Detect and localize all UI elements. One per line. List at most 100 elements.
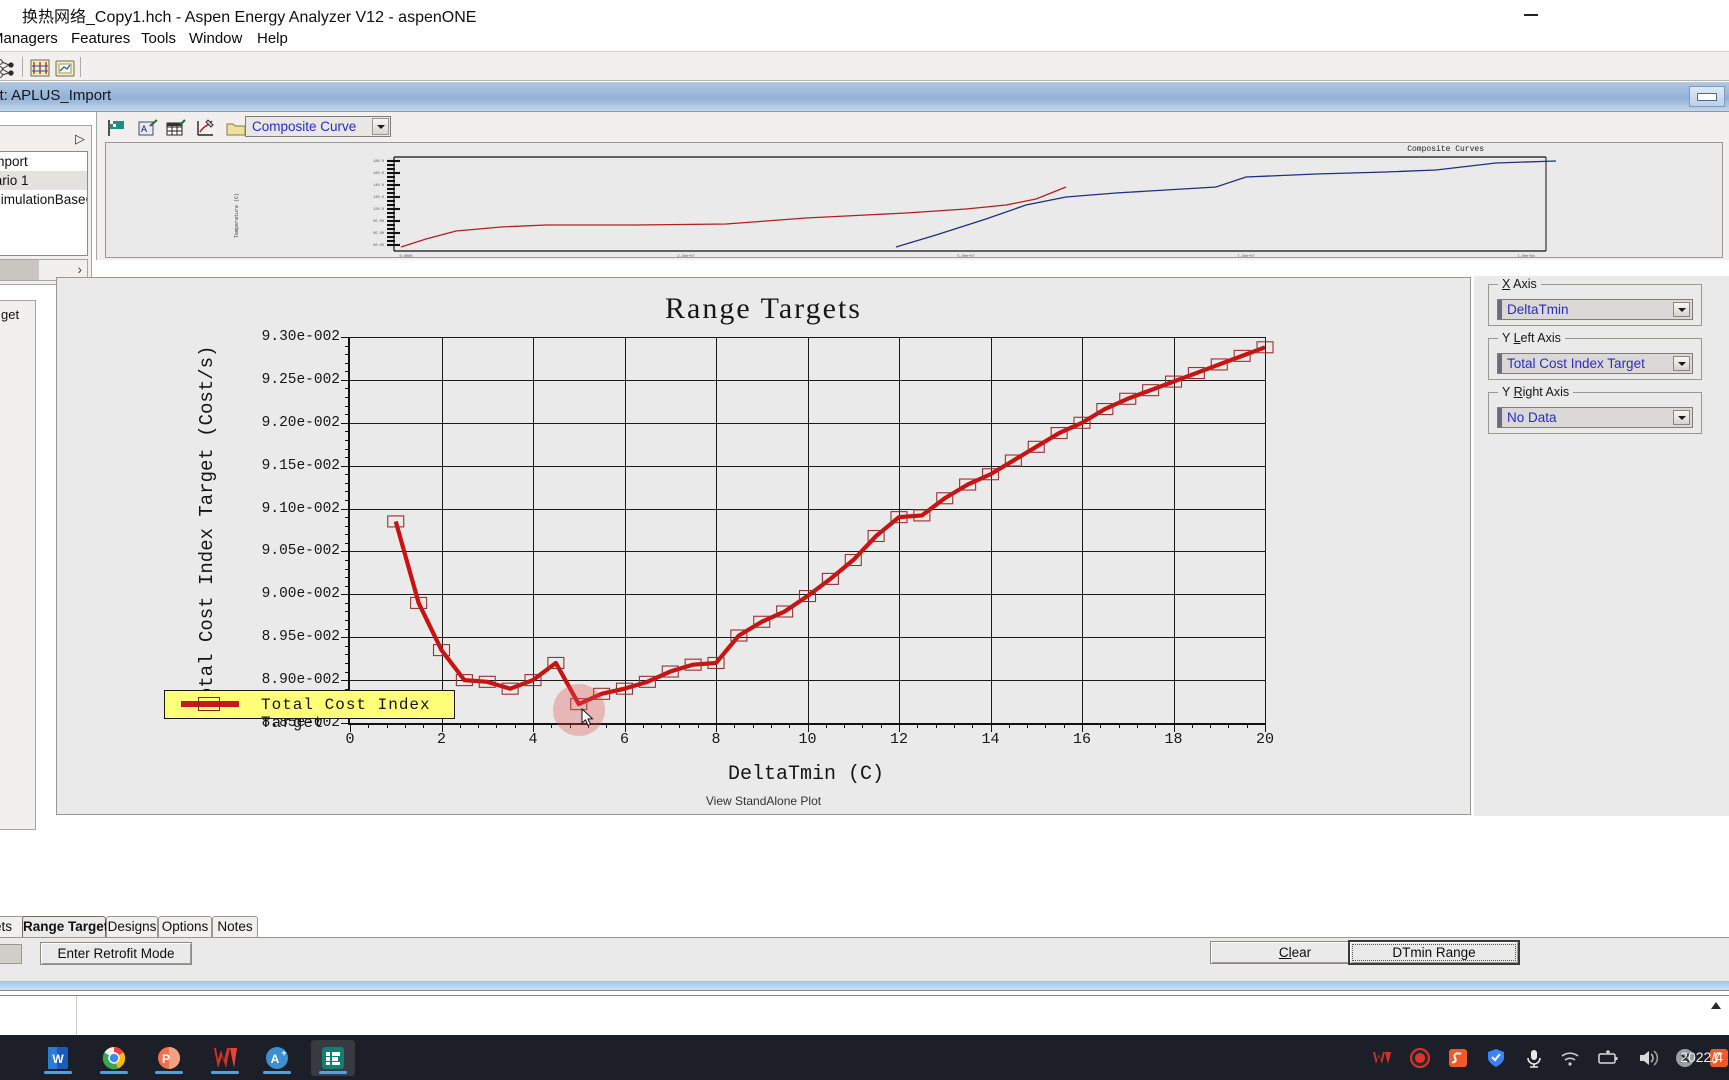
menu-item-window[interactable]: Window	[186, 30, 245, 47]
svg-text:2.50e+07: 2.50e+07	[677, 255, 694, 257]
tray-sogou-icon[interactable]	[1447, 1047, 1469, 1069]
enter-retrofit-mode-button[interactable]: Enter Retrofit Mode	[40, 942, 192, 965]
tray-shield-icon[interactable]	[1485, 1047, 1507, 1069]
x-axis-minor-tick	[661, 723, 663, 728]
chevron-down-icon[interactable]	[1673, 410, 1690, 425]
x-axis-minor-tick	[679, 723, 681, 728]
x-axis-select[interactable]: DeltaTmin	[1497, 299, 1693, 320]
tab-designs[interactable]: Designs	[106, 916, 158, 937]
x-axis-minor-tick	[752, 723, 754, 728]
x-axis-minor-tick	[789, 723, 791, 728]
hen-grid-icon[interactable]	[28, 56, 50, 78]
plot-area[interactable]: 0 2 4 6 8 10 12 14 16 18 20 8.85e-002 8.90e-002 8.95e…	[262, 329, 1274, 748]
combo-accent	[1498, 408, 1502, 427]
y-axis-tick-label: 9.25e-002	[261, 371, 340, 388]
svg-text:7.50e+07: 7.50e+07	[1237, 255, 1254, 257]
scrollbar-thumb[interactable]	[0, 260, 39, 280]
y-axis-tick	[341, 637, 350, 639]
x-axis-minor-tick	[1191, 723, 1193, 728]
tab-notes[interactable]: Notes	[212, 916, 258, 937]
taskbar-wps-icon[interactable]	[203, 1040, 247, 1076]
restore-window-button[interactable]	[1689, 86, 1725, 107]
message-pane-divider	[76, 996, 77, 1035]
chevron-down-icon[interactable]	[372, 118, 389, 135]
composite-curve-value: Composite Curve	[252, 119, 357, 134]
menu-item-features[interactable]: Features	[68, 30, 133, 47]
toolbar-separator	[22, 57, 23, 77]
plot-edit-icon[interactable]	[195, 117, 217, 139]
y-axis-tick	[341, 379, 350, 381]
x-axis-minor-tick	[734, 723, 736, 728]
y-left-axis-select[interactable]: Total Cost Index Target	[1497, 353, 1693, 374]
x-axis-minor-tick	[1045, 723, 1047, 728]
folder-icon[interactable]	[225, 117, 247, 139]
bottom-tab-strip: ets Range Targets Designs Options Notes	[0, 916, 1729, 938]
x-axis-minor-tick	[953, 723, 955, 728]
dtmin-range-button-label: DTmin Range	[1352, 944, 1516, 961]
x-axis-minor-tick	[935, 723, 937, 728]
view-standalone-plot-link[interactable]: View StandAlone Plot	[57, 794, 1470, 808]
y-left-caption-post: eft Axis	[1520, 331, 1561, 345]
taskbar-word-icon[interactable]: W	[36, 1040, 80, 1076]
tray-battery-icon[interactable]	[1597, 1047, 1619, 1069]
taskbar-powerpoint-icon[interactable]: P	[147, 1040, 191, 1076]
x-axis-tick-label: 2	[436, 731, 447, 748]
left-side-strip: get	[0, 300, 36, 830]
x-axis-minor-tick	[496, 723, 498, 728]
composite-curve-selector[interactable]: Composite Curve	[245, 116, 391, 137]
chart-title: Range Targets	[665, 292, 862, 325]
x-axis-tick-label: 6	[619, 731, 630, 748]
tray-record-icon[interactable]	[1409, 1047, 1431, 1069]
tree-item-import[interactable]: S_Import	[0, 152, 87, 171]
svg-text:+: +	[281, 1048, 286, 1058]
tree-list[interactable]: S_Import cenario 1 SimulationBaseC	[0, 151, 88, 256]
combo-accent	[1498, 300, 1502, 319]
y-right-axis-select[interactable]: No Data	[1497, 407, 1693, 428]
x-axis-group: X Axis DeltaTmin	[1488, 277, 1702, 326]
tab-range-targets[interactable]: Range Targets	[22, 916, 116, 937]
minimize-button[interactable]	[1511, 2, 1551, 24]
taskbar-aspen-energy-icon[interactable]	[311, 1040, 355, 1076]
scroll-right-icon[interactable]: ›	[77, 261, 82, 277]
svg-text:95.00: 95.00	[373, 220, 384, 224]
flag-icon[interactable]	[105, 117, 127, 139]
tree-item-simulation-base[interactable]: SimulationBaseC	[0, 190, 87, 209]
expand-arrow-icon[interactable]: ▷	[75, 131, 85, 147]
scroll-up-icon[interactable]	[1711, 1002, 1721, 1009]
chevron-down-icon[interactable]	[1673, 302, 1690, 317]
taskbar-chrome-icon[interactable]	[92, 1040, 136, 1076]
x-axis-minor-tick	[642, 723, 644, 728]
chevron-down-icon[interactable]	[1673, 356, 1690, 371]
x-axis-minor-tick	[770, 723, 772, 728]
add-graph-icon[interactable]: A	[137, 117, 159, 139]
tree-item-label: SimulationBaseC	[0, 192, 87, 207]
tree-item-label: S_Import	[0, 154, 28, 169]
x-axis-minor-tick	[1118, 723, 1120, 728]
range-targets-chart[interactable]: Range Targets Total Cost Index Target (C…	[56, 277, 1471, 815]
table-grid-icon[interactable]	[165, 117, 187, 139]
legend-label: Total Cost Index Target	[261, 696, 431, 732]
chart-legend[interactable]: Total Cost Index Target	[164, 690, 455, 732]
tray-microphone-icon[interactable]	[1523, 1047, 1545, 1069]
x-axis-minor-tick	[1008, 723, 1010, 728]
folder-data-icon[interactable]	[53, 56, 75, 78]
menu-item-help[interactable]: Help	[254, 30, 291, 47]
x-axis-minor-tick	[1155, 723, 1157, 728]
bottom-left-box[interactable]	[0, 944, 22, 964]
y-axis-tick-label: 9.15e-002	[261, 457, 340, 474]
network-icon[interactable]	[0, 56, 17, 78]
menu-item-tools[interactable]: Tools	[138, 30, 179, 47]
taskbar-aplus-icon[interactable]: A +	[255, 1040, 299, 1076]
dtmin-range-button[interactable]: DTmin Range	[1348, 940, 1520, 965]
tray-volume-icon[interactable]	[1637, 1047, 1659, 1069]
x-axis-tick-label: 4	[528, 731, 538, 748]
menu-item-managers[interactable]: Managers	[0, 30, 61, 47]
tab-options[interactable]: Options	[158, 916, 212, 937]
tree-item-scenario[interactable]: cenario 1	[0, 171, 87, 190]
y-left-axis-caption: Y Left Axis	[1498, 331, 1565, 345]
tray-wps-icon[interactable]	[1371, 1047, 1393, 1069]
svg-text:180.0: 180.0	[373, 160, 384, 164]
tray-wifi-icon[interactable]	[1559, 1047, 1581, 1069]
composite-curves-plot[interactable]: Composite Curves Temperature (C) 180.0 1…	[105, 142, 1723, 258]
taskbar-clock[interactable]: 2022/4	[1680, 1049, 1723, 1065]
